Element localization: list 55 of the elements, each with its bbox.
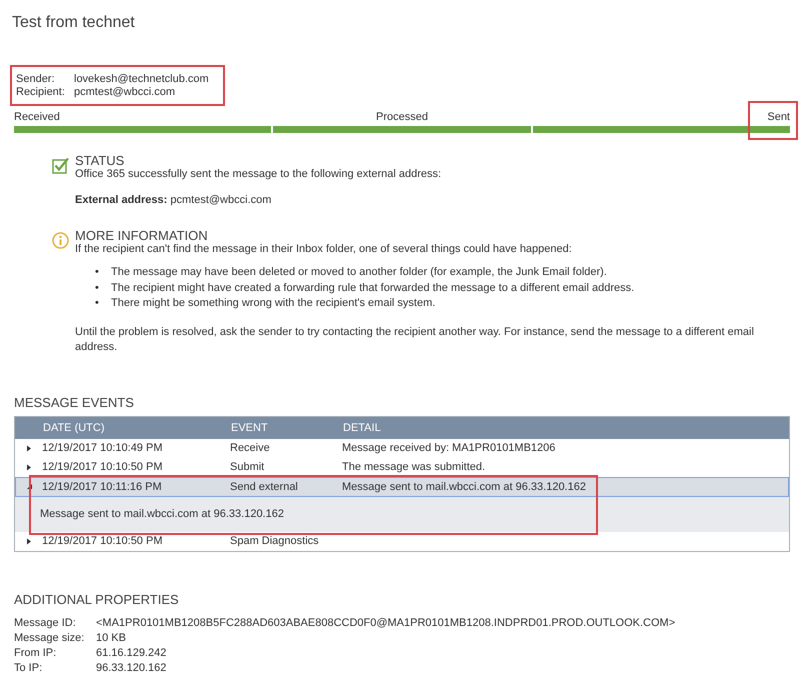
notice-footer: Until the problem is resolved, ask the sender to try contacting the recipient another way. For instance, send the message to a different email address. [75,324,790,354]
bullet-item: There might be something wrong with the recipient's email system. [111,296,436,311]
table-cell-text: 12/19/2017 10:10:50 PM [42,461,164,473]
property-value: 61.16.129.242 [96,646,168,660]
property-value: 10 KB [96,630,127,646]
property-value: <MA1PR0101MB1208B5FC288AD603ABAE808CCD0F0@MA1PR0101MB1208.INDPRD01.PROD.OUTLOOK.COM> [96,616,676,630]
property-label: From IP: [14,646,58,660]
expand-arrow-icon[interactable] [26,444,32,452]
section-heading: MORE INFORMATION [75,228,209,243]
property-value: 96.33.120.162 [96,660,168,676]
table-cell-text: Spam Diagnostics [230,535,320,547]
stage-label: Received [14,111,60,125]
table-cell-text: The message was submitted. [342,461,486,473]
table-cell-text: Send external [230,480,299,492]
bullet-item: The recipient might have created a forwarding rule that forwarded the message to a different email address. [111,280,634,296]
bullet-item: The message may have been deleted or moved to another folder (for example, the Junk Email folder). [111,265,607,280]
section-heading: STATUS [75,153,126,168]
expand-arrow-icon[interactable] [26,464,32,470]
event-row[interactable]: 12/19/2017 10:11:16 PM Send external Message sent to mail.wbcci.com at 96.33.120.162 [15,476,789,496]
property-label: To IP: [14,660,44,676]
info-icon [52,232,69,249]
event-row[interactable]: 12/19/2017 10:10:50 PM Spam Diagnostics [15,532,789,550]
event-row[interactable]: 12/19/2017 10:10:49 PM Receive Message received by: MA1PR0101MB1206 [15,438,789,458]
table-cell-text: 12/19/2017 10:10:49 PM [42,442,164,454]
property-label: Message size: [14,630,86,646]
field-value: lovekesh@technetclub.com [74,73,209,85]
field-label: Recipient: [16,86,66,98]
notice-text: If the recipient can't find the message in their Inbox folder, one of several things could have happened: [75,243,573,255]
table-cell-text: Receive [230,442,271,454]
external-address: External address: pcmtest@wbcci.com [75,194,272,206]
notice-text: Office 365 successfully sent the message to the following external address: [75,168,442,180]
checkbox-tick-icon [52,157,70,174]
table-cell-text: Message sent to mail.wbcci.com at 96.33.120.162 [342,480,587,492]
stage-label: Processed [376,111,428,125]
field-value: pcmtest@wbcci.com [74,86,176,98]
field-label: Sender: [16,73,56,85]
section-heading: ADDITIONAL PROPERTIES [14,592,180,608]
bullet-marker: • [95,280,100,296]
collapse-arrow-icon[interactable] [26,483,32,490]
bullet-marker: • [95,296,100,311]
expanded-detail: Message sent to mail.wbcci.com at 96.33.120.162 [15,496,789,532]
page-title: Test from technet [12,14,136,33]
table-cell-text: 12/19/2017 10:10:50 PM [42,535,164,547]
column-header: DETAIL [342,422,382,434]
bullet-marker: • [95,265,100,280]
column-header: EVENT [230,422,269,434]
column-header: DATE (UTC) [42,422,106,434]
table-cell-text: Submit [230,461,266,473]
event-row[interactable]: 12/19/2017 10:10:50 PM Submit The message was submitted. [15,458,789,476]
table-cell-text: Message received by: MA1PR0101MB1206 [342,442,556,454]
stage-label: Sent [767,111,790,125]
table-cell-text: 12/19/2017 10:11:16 PM [42,480,163,492]
property-label: Message ID: [14,616,77,630]
section-heading: MESSAGE EVENTS [14,394,135,410]
expand-arrow-icon[interactable] [26,538,32,544]
